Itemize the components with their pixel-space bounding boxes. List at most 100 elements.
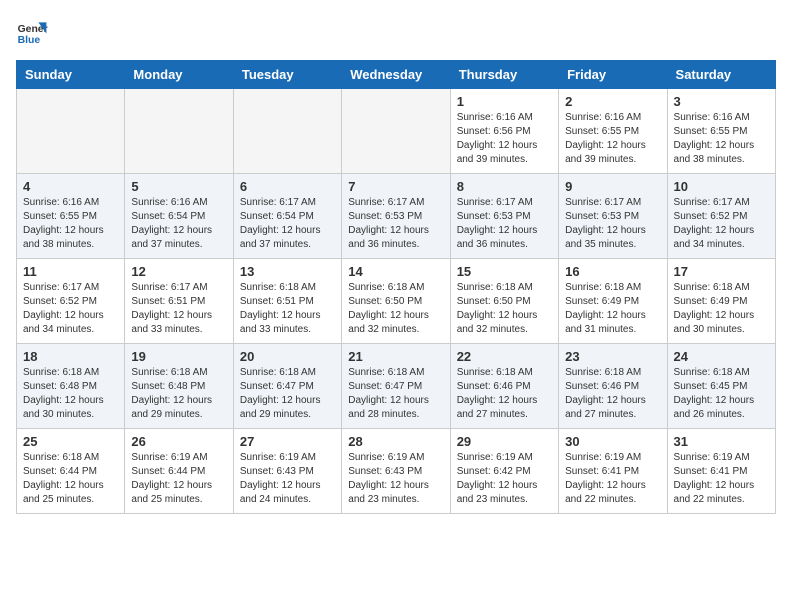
week-row-3: 11 Sunrise: 6:17 AM Sunset: 6:52 PM Dayli… <box>17 259 776 344</box>
calendar-cell: 14 Sunrise: 6:18 AM Sunset: 6:50 PM Dayli… <box>342 259 450 344</box>
calendar-cell: 4 Sunrise: 6:16 AM Sunset: 6:55 PM Daylig… <box>17 174 125 259</box>
day-info: Sunrise: 6:19 AM Sunset: 6:43 PM Dayligh… <box>348 451 443 507</box>
day-number: 30 <box>565 434 660 449</box>
calendar-cell: 5 Sunrise: 6:16 AM Sunset: 6:54 PM Daylig… <box>125 174 233 259</box>
calendar-cell: 2Sunrise: 6:16 AM Sunset: 6:55 PM Daylig… <box>559 89 667 174</box>
calendar-cell: 31Sunrise: 6:19 AM Sunset: 6:41 PM Dayli… <box>667 429 775 514</box>
week-row-1: 1Sunrise: 6:16 AM Sunset: 6:56 PM Daylig… <box>17 89 776 174</box>
day-info: Sunrise: 6:16 AM Sunset: 6:55 PM Dayligh… <box>674 111 769 167</box>
day-info: Sunrise: 6:18 AM Sunset: 6:49 PM Dayligh… <box>674 281 769 337</box>
day-number: 8 <box>457 179 552 194</box>
header-row: SundayMondayTuesdayWednesdayThursdayFrid… <box>17 61 776 89</box>
week-row-2: 4 Sunrise: 6:16 AM Sunset: 6:55 PM Daylig… <box>17 174 776 259</box>
calendar-cell <box>342 89 450 174</box>
day-info: Sunrise: 6:17 AM Sunset: 6:52 PM Dayligh… <box>674 196 769 252</box>
day-info: Sunrise: 6:18 AM Sunset: 6:46 PM Dayligh… <box>457 366 552 422</box>
header: General Blue <box>16 16 776 48</box>
day-number: 22 <box>457 349 552 364</box>
calendar-cell: 7Sunrise: 6:17 AM Sunset: 6:53 PM Daylig… <box>342 174 450 259</box>
column-header-tuesday: Tuesday <box>233 61 341 89</box>
week-row-5: 25 Sunrise: 6:18 AM Sunset: 6:44 PM Dayli… <box>17 429 776 514</box>
day-info: Sunrise: 6:19 AM Sunset: 6:42 PM Dayligh… <box>457 451 552 507</box>
day-info: Sunrise: 6:18 AM Sunset: 6:50 PM Dayligh… <box>457 281 552 337</box>
day-info: Sunrise: 6:17 AM Sunset: 6:53 PM Dayligh… <box>565 196 660 252</box>
day-number: 21 <box>348 349 443 364</box>
calendar-cell: 29 Sunrise: 6:19 AM Sunset: 6:42 PM Dayli… <box>450 429 558 514</box>
day-number: 29 <box>457 434 552 449</box>
day-info: Sunrise: 6:17 AM Sunset: 6:54 PM Dayligh… <box>240 196 335 252</box>
day-info: Sunrise: 6:18 AM Sunset: 6:50 PM Dayligh… <box>348 281 443 337</box>
logo: General Blue <box>16 16 48 48</box>
calendar-cell: 8 Sunrise: 6:17 AM Sunset: 6:53 PM Daylig… <box>450 174 558 259</box>
calendar-cell: 30 Sunrise: 6:19 AM Sunset: 6:41 PM Dayli… <box>559 429 667 514</box>
calendar-cell: 12 Sunrise: 6:17 AM Sunset: 6:51 PM Dayli… <box>125 259 233 344</box>
calendar-cell: 21 Sunrise: 6:18 AM Sunset: 6:47 PM Dayli… <box>342 344 450 429</box>
calendar-cell: 11 Sunrise: 6:17 AM Sunset: 6:52 PM Dayli… <box>17 259 125 344</box>
day-info: Sunrise: 6:18 AM Sunset: 6:48 PM Dayligh… <box>23 366 118 422</box>
column-header-sunday: Sunday <box>17 61 125 89</box>
day-number: 10 <box>674 179 769 194</box>
calendar-cell: 17 Sunrise: 6:18 AM Sunset: 6:49 PM Dayli… <box>667 259 775 344</box>
day-info: Sunrise: 6:18 AM Sunset: 6:45 PM Dayligh… <box>674 366 769 422</box>
calendar-cell: 22 Sunrise: 6:18 AM Sunset: 6:46 PM Dayli… <box>450 344 558 429</box>
day-number: 19 <box>131 349 226 364</box>
day-number: 31 <box>674 434 769 449</box>
calendar-cell: 27Sunrise: 6:19 AM Sunset: 6:43 PM Dayli… <box>233 429 341 514</box>
day-number: 4 <box>23 179 118 194</box>
day-number: 23 <box>565 349 660 364</box>
calendar-cell: 25 Sunrise: 6:18 AM Sunset: 6:44 PM Dayli… <box>17 429 125 514</box>
svg-text:Blue: Blue <box>18 35 41 46</box>
day-info: Sunrise: 6:16 AM Sunset: 6:54 PM Dayligh… <box>131 196 226 252</box>
day-number: 24 <box>674 349 769 364</box>
day-number: 20 <box>240 349 335 364</box>
calendar-cell <box>233 89 341 174</box>
day-number: 12 <box>131 264 226 279</box>
day-number: 1 <box>457 94 552 109</box>
day-info: Sunrise: 6:19 AM Sunset: 6:41 PM Dayligh… <box>565 451 660 507</box>
day-info: Sunrise: 6:18 AM Sunset: 6:44 PM Dayligh… <box>23 451 118 507</box>
column-header-wednesday: Wednesday <box>342 61 450 89</box>
calendar-cell: 3 Sunrise: 6:16 AM Sunset: 6:55 PM Daylig… <box>667 89 775 174</box>
day-info: Sunrise: 6:16 AM Sunset: 6:55 PM Dayligh… <box>23 196 118 252</box>
calendar-cell: 1Sunrise: 6:16 AM Sunset: 6:56 PM Daylig… <box>450 89 558 174</box>
day-info: Sunrise: 6:17 AM Sunset: 6:53 PM Dayligh… <box>457 196 552 252</box>
column-header-friday: Friday <box>559 61 667 89</box>
day-info: Sunrise: 6:18 AM Sunset: 6:49 PM Dayligh… <box>565 281 660 337</box>
day-info: Sunrise: 6:17 AM Sunset: 6:51 PM Dayligh… <box>131 281 226 337</box>
calendar-cell: 13Sunrise: 6:18 AM Sunset: 6:51 PM Dayli… <box>233 259 341 344</box>
day-info: Sunrise: 6:17 AM Sunset: 6:52 PM Dayligh… <box>23 281 118 337</box>
day-number: 14 <box>348 264 443 279</box>
calendar-cell <box>17 89 125 174</box>
day-number: 26 <box>131 434 226 449</box>
calendar-cell: 10 Sunrise: 6:17 AM Sunset: 6:52 PM Dayli… <box>667 174 775 259</box>
calendar-cell: 28 Sunrise: 6:19 AM Sunset: 6:43 PM Dayli… <box>342 429 450 514</box>
day-number: 27 <box>240 434 335 449</box>
day-info: Sunrise: 6:18 AM Sunset: 6:48 PM Dayligh… <box>131 366 226 422</box>
day-number: 11 <box>23 264 118 279</box>
calendar-cell: 16 Sunrise: 6:18 AM Sunset: 6:49 PM Dayli… <box>559 259 667 344</box>
column-header-monday: Monday <box>125 61 233 89</box>
calendar-cell: 26 Sunrise: 6:19 AM Sunset: 6:44 PM Dayli… <box>125 429 233 514</box>
day-info: Sunrise: 6:17 AM Sunset: 6:53 PM Dayligh… <box>348 196 443 252</box>
day-number: 5 <box>131 179 226 194</box>
logo-icon: General Blue <box>16 16 48 48</box>
day-info: Sunrise: 6:18 AM Sunset: 6:51 PM Dayligh… <box>240 281 335 337</box>
day-number: 25 <box>23 434 118 449</box>
day-number: 18 <box>23 349 118 364</box>
calendar-cell: 19 Sunrise: 6:18 AM Sunset: 6:48 PM Dayli… <box>125 344 233 429</box>
calendar-cell: 6 Sunrise: 6:17 AM Sunset: 6:54 PM Daylig… <box>233 174 341 259</box>
day-info: Sunrise: 6:19 AM Sunset: 6:44 PM Dayligh… <box>131 451 226 507</box>
day-number: 15 <box>457 264 552 279</box>
day-number: 16 <box>565 264 660 279</box>
calendar-cell: 23 Sunrise: 6:18 AM Sunset: 6:46 PM Dayli… <box>559 344 667 429</box>
calendar-cell: 9Sunrise: 6:17 AM Sunset: 6:53 PM Daylig… <box>559 174 667 259</box>
day-number: 6 <box>240 179 335 194</box>
calendar-cell: 24 Sunrise: 6:18 AM Sunset: 6:45 PM Dayli… <box>667 344 775 429</box>
day-number: 3 <box>674 94 769 109</box>
column-header-saturday: Saturday <box>667 61 775 89</box>
day-number: 28 <box>348 434 443 449</box>
calendar-cell: 15 Sunrise: 6:18 AM Sunset: 6:50 PM Dayli… <box>450 259 558 344</box>
day-number: 17 <box>674 264 769 279</box>
day-info: Sunrise: 6:18 AM Sunset: 6:47 PM Dayligh… <box>348 366 443 422</box>
day-info: Sunrise: 6:18 AM Sunset: 6:46 PM Dayligh… <box>565 366 660 422</box>
